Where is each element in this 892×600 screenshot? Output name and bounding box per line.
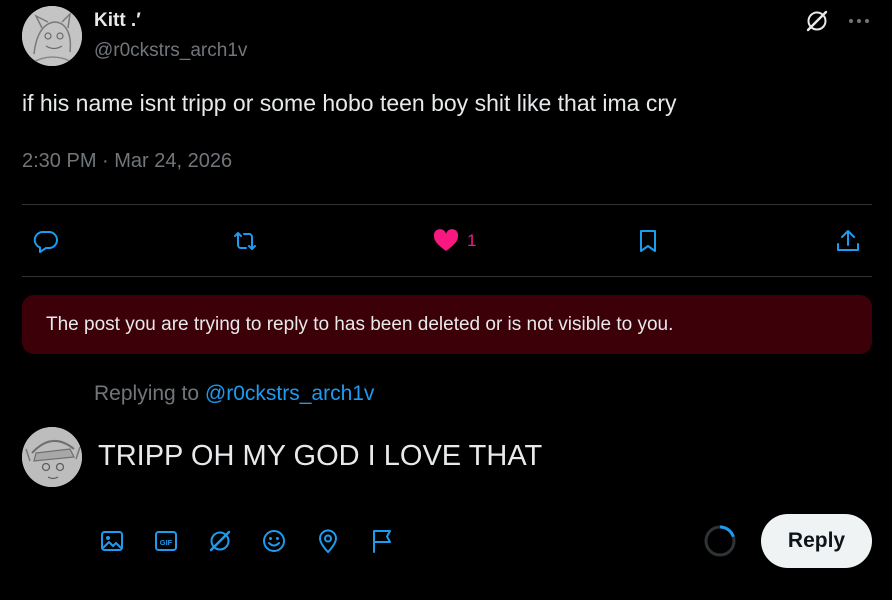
gif-button[interactable]: GIF: [152, 527, 180, 555]
replying-to: Replying to @r0ckstrs_arch1v: [94, 382, 374, 406]
gif-icon: GIF: [155, 531, 177, 551]
character-count-progress: [704, 525, 736, 557]
heart-filled-icon: [433, 229, 459, 251]
replying-to-mention[interactable]: @r0ckstrs_arch1v: [205, 382, 375, 405]
emoji-icon: [263, 530, 285, 552]
divider: [22, 276, 872, 277]
author-avatar[interactable]: [22, 6, 82, 66]
share-action[interactable]: [834, 225, 862, 257]
svg-text:GIF: GIF: [160, 538, 173, 547]
error-banner: The post you are trying to reply to has …: [22, 295, 872, 354]
repost-action[interactable]: [231, 225, 259, 257]
location-button[interactable]: [314, 527, 342, 555]
author-handle[interactable]: @r0ckstrs_arch1v: [94, 40, 247, 62]
error-message: The post you are trying to reply to has …: [46, 314, 674, 335]
grok-icon[interactable]: [804, 8, 830, 34]
post-text: if his name isnt tripp or some hobo teen…: [22, 90, 677, 116]
reply-button[interactable]: Reply: [761, 514, 872, 568]
author-name[interactable]: Kitt .′: [94, 10, 141, 32]
like-count: 1: [467, 231, 477, 250]
poll-button[interactable]: [368, 527, 396, 555]
repost-icon: [234, 232, 256, 250]
post-timestamp[interactable]: 2:30 PM · Mar 24, 2026: [22, 150, 232, 173]
share-icon: [837, 230, 859, 251]
poll-icon: [373, 530, 391, 553]
grok-icon: [209, 530, 231, 552]
bookmark-icon: [640, 230, 656, 252]
grok-button[interactable]: [206, 527, 234, 555]
like-action[interactable]: 1: [432, 225, 476, 257]
location-icon: [319, 529, 337, 553]
divider: [22, 204, 872, 205]
media-icon: [101, 531, 123, 551]
emoji-button[interactable]: [260, 527, 288, 555]
bookmark-action[interactable]: [634, 225, 662, 257]
media-button[interactable]: [98, 527, 126, 555]
reply-input[interactable]: TRIPP OH MY GOD I LOVE THAT: [98, 440, 542, 473]
reply-icon: [33, 230, 58, 253]
reply-action[interactable]: [32, 225, 60, 257]
more-options-icon[interactable]: [846, 8, 872, 34]
replying-prefix: Replying to: [94, 382, 205, 405]
user-avatar[interactable]: [22, 427, 82, 487]
